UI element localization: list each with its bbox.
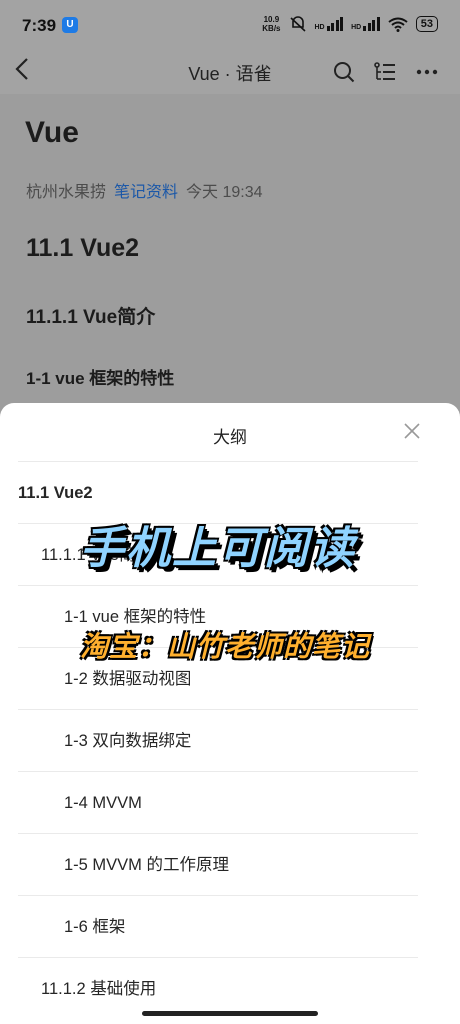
app-notification-icon: U <box>62 17 78 33</box>
doc-title: Vue <box>25 116 79 149</box>
doc-updated-time: 今天 19:34 <box>186 184 263 201</box>
network-speed: 10.9 KB/s <box>262 15 280 33</box>
close-icon <box>404 423 420 439</box>
outline-list-icon <box>374 62 395 80</box>
home-indicator[interactable] <box>142 1011 318 1016</box>
signal-bars-icon <box>363 17 380 31</box>
close-button[interactable] <box>402 421 422 441</box>
outline-item[interactable]: 1-6 框架 <box>18 895 418 958</box>
outline-button[interactable] <box>374 61 396 88</box>
promo-overlay-title: 手机上可阅读 <box>80 524 356 573</box>
doc-folder-link[interactable]: 笔记资料 <box>114 184 178 201</box>
battery-indicator: 53 <box>415 16 438 32</box>
outline-item[interactable]: 1-3 双向数据绑定 <box>18 709 418 772</box>
more-button[interactable] <box>416 57 438 93</box>
document-content: Vue 杭州水果捞 笔记资料 今天 19:34 11.1 Vue2 11.1.1 V… <box>0 94 460 424</box>
promo-overlay-subtitle: 淘宝：山竹老师的笔记 <box>80 631 371 662</box>
signal-1-label: HD <box>314 24 325 31</box>
status-time: 7:39 <box>22 16 57 35</box>
signal-2: HD <box>351 17 380 31</box>
wifi-icon <box>388 17 408 32</box>
mute-icon <box>289 16 306 32</box>
signal-2-label: HD <box>351 24 362 31</box>
signal-bars-icon <box>326 17 344 31</box>
doc-meta: 杭州水果捞 笔记资料 今天 19:34 <box>26 178 263 202</box>
status-indicators: 10.9 KB/s HD HD 53 <box>262 15 438 33</box>
network-speed-value: 10.9 <box>263 15 280 24</box>
status-bar: 7:39 U 10.9 KB/s HD HD 53 <box>0 0 460 52</box>
doc-heading-3: 1-1 vue 框架的特性 <box>26 369 175 388</box>
search-icon <box>334 62 355 83</box>
top-nav-bar: Vue · 语雀 <box>0 52 460 94</box>
more-horizontal-icon <box>416 69 438 75</box>
doc-heading-2: 11.1.1 Vue简介 <box>26 307 156 328</box>
network-speed-unit: KB/s <box>262 24 281 33</box>
signal-1: HD <box>315 17 344 31</box>
doc-heading-1: 11.1 Vue2 <box>26 234 140 262</box>
outline-sheet: 大纲 11.1 Vue2 11.1.1 Vue简介 1-1 vue 框架的特性 … <box>0 403 460 1024</box>
outline-title: 大纲 <box>213 428 247 447</box>
search-button[interactable] <box>333 61 355 88</box>
outline-item[interactable]: 1-5 MVVM 的工作原理 <box>18 833 418 896</box>
outline-item[interactable]: 1-4 MVVM <box>18 771 418 834</box>
doc-author: 杭州水果捞 <box>26 184 107 201</box>
